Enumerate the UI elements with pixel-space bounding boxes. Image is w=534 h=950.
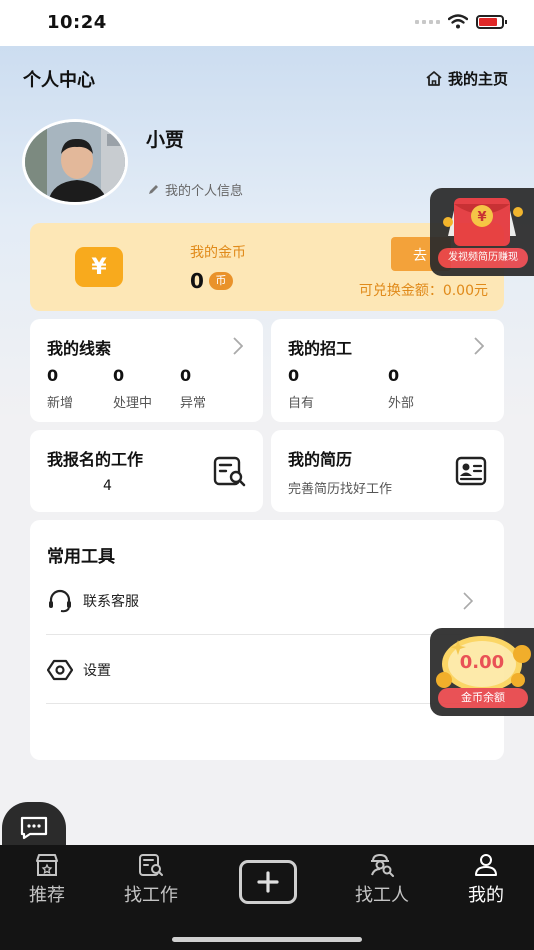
coin-balance-widget[interactable]: 0.00 金币余额 xyxy=(430,628,534,716)
video-resume-promo-widget[interactable]: ¥ 发视频简历赚现 xyxy=(430,188,534,276)
pencil-icon xyxy=(149,185,158,194)
leads-new-count: 0 xyxy=(47,366,59,385)
battery-icon xyxy=(476,14,507,29)
coin-amount: 0 xyxy=(190,269,204,293)
my-leads-title: 我的线索 xyxy=(47,339,112,358)
recruit-external-label: 外部 xyxy=(388,396,415,411)
user-icon xyxy=(475,854,497,876)
page-title: 个人中心 xyxy=(23,70,95,91)
my-profile-link[interactable]: 我的个人信息 xyxy=(148,180,243,199)
my-homepage-label: 我的主页 xyxy=(447,70,508,88)
tab-recommend[interactable]: 推荐 xyxy=(0,853,97,913)
headset-icon xyxy=(49,589,71,613)
my-resume-card[interactable]: 我的简历 完善简历找好工作 xyxy=(271,430,504,512)
tab-mine-label: 我的 xyxy=(468,885,504,906)
video-resume-promo-tag: 发视频简历赚现 xyxy=(438,248,528,268)
tab-find-job[interactable]: 找工作 xyxy=(101,853,201,913)
tools-divider xyxy=(46,703,488,704)
tab-find-worker[interactable]: 找工人 xyxy=(332,853,432,913)
applied-jobs-card[interactable]: 我报名的工作 4 xyxy=(30,430,263,512)
leads-processing-count: 0 xyxy=(113,366,125,385)
leads-error-count: 0 xyxy=(180,366,192,385)
avatar[interactable] xyxy=(22,119,128,205)
tab-add-button[interactable] xyxy=(239,860,297,904)
red-packet-icon: ¥ xyxy=(443,198,523,246)
chevron-right-icon xyxy=(474,337,484,355)
job-search-icon xyxy=(213,456,246,487)
leads-processing-label: 处理中 xyxy=(113,396,153,411)
my-recruit-title: 我的招工 xyxy=(288,339,353,358)
common-tools-title: 常用工具 xyxy=(47,547,115,567)
contact-support-label: 联系客服 xyxy=(83,594,139,610)
wifi-icon xyxy=(448,14,468,29)
my-profile-label: 我的个人信息 xyxy=(165,184,244,199)
status-time: 10:24 xyxy=(47,12,107,33)
tools-divider xyxy=(46,634,488,635)
leads-new-label: 新增 xyxy=(47,396,74,411)
user-name: 小贾 xyxy=(146,129,185,151)
leads-error-label: 异常 xyxy=(180,396,207,411)
svg-text:¥: ¥ xyxy=(477,210,486,225)
my-homepage-link[interactable]: 我的主页 xyxy=(425,68,508,89)
coin-unit-badge: 币 xyxy=(208,272,233,290)
job-search-icon xyxy=(139,854,163,876)
my-resume-title: 我的简历 xyxy=(288,450,353,469)
recruit-own-label: 自有 xyxy=(288,396,315,411)
my-recruit-card[interactable]: 我的招工 0 自有 0 外部 xyxy=(271,319,504,422)
tab-find-job-label: 找工作 xyxy=(124,885,178,906)
chevron-right-icon xyxy=(463,592,473,610)
applied-jobs-title: 我报名的工作 xyxy=(47,450,144,469)
coin-value: 0 币 xyxy=(190,269,233,293)
plus-icon xyxy=(257,871,279,893)
home-indicator xyxy=(172,937,362,942)
contact-support-item[interactable]: 联系客服 xyxy=(47,576,487,626)
shop-icon xyxy=(36,854,58,876)
coin-label: 我的金币 xyxy=(190,245,246,261)
applied-jobs-count: 4 xyxy=(103,478,112,494)
status-bar: 10:24 xyxy=(0,0,534,46)
bottom-tab-bar: 推荐 找工作 找工人 我的 xyxy=(0,845,534,950)
yuan-coin-icon: ¥ xyxy=(75,247,123,287)
recruit-external-count: 0 xyxy=(388,366,400,385)
home-icon xyxy=(426,71,442,86)
worker-search-icon xyxy=(371,853,394,877)
resume-icon xyxy=(455,456,487,486)
avatar-photo xyxy=(25,122,125,202)
signal-icon xyxy=(415,19,440,24)
status-icons xyxy=(415,14,507,29)
my-resume-subtitle: 完善简历找好工作 xyxy=(288,482,393,497)
tab-mine[interactable]: 我的 xyxy=(436,853,534,913)
coin-balance-tag: 金币余额 xyxy=(438,688,528,708)
tab-find-worker-label: 找工人 xyxy=(355,885,409,906)
tab-recommend-label: 推荐 xyxy=(29,885,65,906)
settings-icon xyxy=(47,659,73,681)
settings-label: 设置 xyxy=(83,663,111,679)
coin-balance-value: 0.00 xyxy=(459,652,505,673)
recruit-own-count: 0 xyxy=(288,366,300,385)
coin-exchange-amount: 可兑换金额：0.00元 xyxy=(358,283,488,299)
settings-item[interactable]: 设置 xyxy=(47,645,487,695)
chat-icon xyxy=(20,816,48,840)
my-leads-card[interactable]: 我的线索 0 新增 0 处理中 0 异常 xyxy=(30,319,263,422)
chevron-right-icon xyxy=(233,337,243,355)
